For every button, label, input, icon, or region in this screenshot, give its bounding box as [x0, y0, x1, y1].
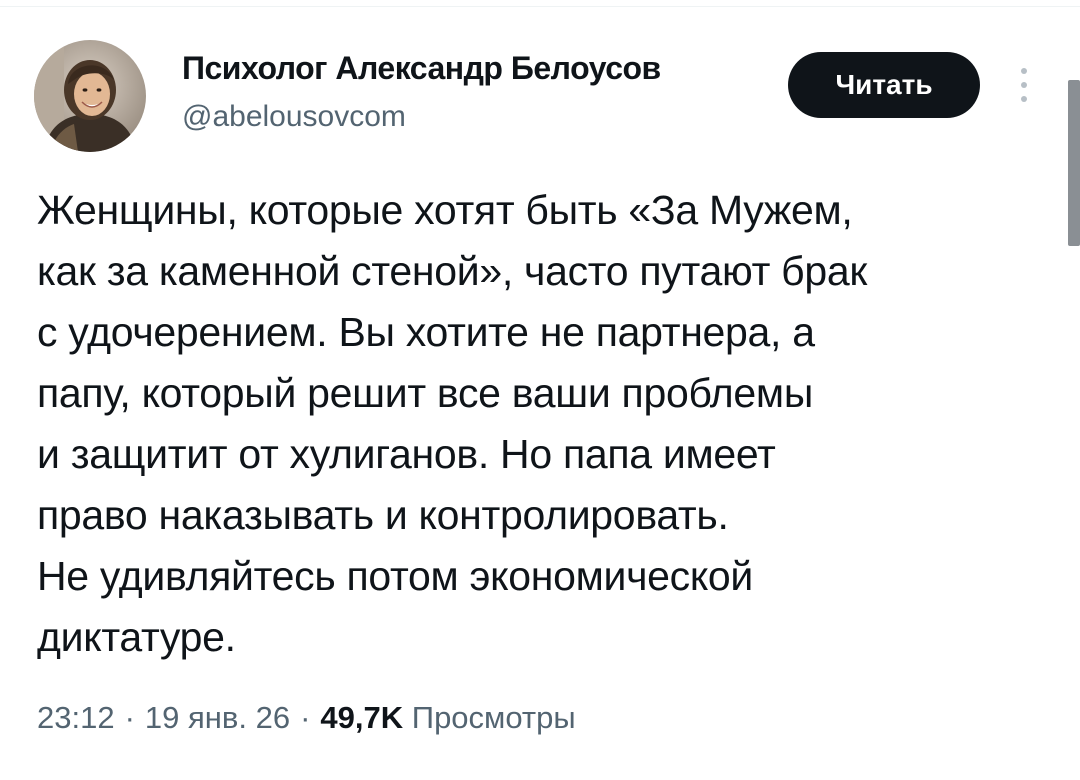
tweet-text: Женщины, которые хотят быть «За Мужем, к…	[37, 180, 1047, 668]
author-name[interactable]: Психолог Александр Белоусов	[182, 50, 661, 87]
views-count: 49,7K	[320, 700, 404, 735]
meta-separator: ·	[300, 700, 311, 735]
tweet-line: и защитит от хулиганов. Но папа имеет	[37, 431, 776, 477]
tweet-time[interactable]: 23:12	[37, 700, 115, 735]
tweet-line: с удочерением. Вы хотите не партнера, а	[37, 309, 815, 355]
views-label: Просмотры	[411, 700, 576, 735]
vertical-ellipsis-icon	[1021, 68, 1027, 102]
author-handle[interactable]: @abelousovcom	[182, 100, 406, 134]
tweet-date[interactable]: 19 янв. 26	[145, 700, 290, 735]
more-options-button[interactable]	[1012, 62, 1036, 108]
avatar[interactable]	[34, 40, 146, 152]
tweet-line: диктатуре.	[37, 614, 236, 660]
tweet-line: Не удивляйтесь потом экономической	[37, 553, 754, 599]
follow-button[interactable]: Читать	[788, 52, 980, 118]
scrollbar[interactable]	[1068, 80, 1080, 246]
tweet-line: право наказывать и контролировать.	[37, 492, 729, 538]
avatar-image	[34, 40, 146, 152]
tweet-line: папу, который решит все ваши проблемы	[37, 370, 813, 416]
top-divider	[0, 0, 1080, 7]
tweet-line: как за каменной стеной», часто путают бр…	[37, 248, 867, 294]
tweet-meta: 23:12 · 19 янв. 26 · 49,7K Просмотры	[37, 700, 576, 736]
meta-separator: ·	[124, 700, 135, 735]
tweet-line: Женщины, которые хотят быть «За Мужем,	[37, 187, 853, 233]
